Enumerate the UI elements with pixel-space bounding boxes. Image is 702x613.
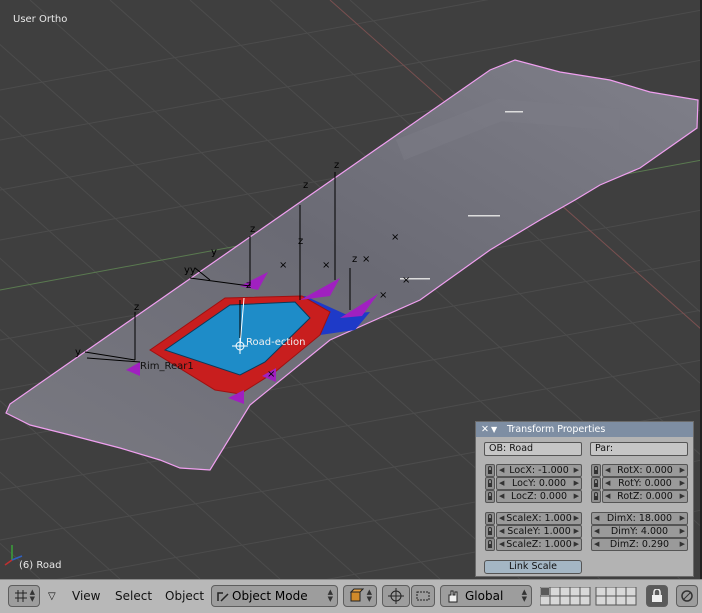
svg-text:y: y bbox=[75, 347, 81, 358]
dim-y-value: DimY: 4.000 bbox=[610, 526, 669, 537]
dim-y-field[interactable]: ◀ DimY: 4.000 ▶ bbox=[591, 525, 688, 538]
pivot-button[interactable] bbox=[382, 585, 410, 607]
scale-z-field[interactable]: ◀ ScaleZ: 1.000 ▶ bbox=[496, 538, 582, 551]
loc-x-value: LocX: -1.000 bbox=[509, 465, 569, 476]
rot-x-field[interactable]: ◀ RotX: 0.000 ▶ bbox=[602, 464, 688, 477]
rot-x-value: RotX: 0.000 bbox=[617, 465, 673, 476]
svg-text:×: × bbox=[362, 254, 370, 265]
dim-z-field[interactable]: ◀ DimZ: 0.290 ▶ bbox=[591, 538, 688, 551]
lock-icon bbox=[652, 589, 662, 602]
editor-type-icon bbox=[15, 590, 27, 602]
menu-view[interactable]: View bbox=[72, 586, 100, 607]
loc-z-field[interactable]: ◀ LocZ: 0.000 ▶ bbox=[496, 490, 582, 503]
draw-type-dropdown[interactable]: ▲ ▼ bbox=[343, 585, 377, 607]
object-status-label: (6) Road bbox=[19, 560, 62, 571]
manipulator-button[interactable] bbox=[411, 585, 435, 607]
loc-y-field[interactable]: ◀ LocY: 0.000 ▶ bbox=[496, 477, 582, 490]
svg-text:y: y bbox=[211, 247, 217, 258]
cube-icon bbox=[349, 588, 364, 602]
rot-y-field[interactable]: ◀ RotY: 0.000 ▶ bbox=[602, 477, 688, 490]
lock-layers-button[interactable] bbox=[646, 585, 668, 607]
loc-y-value: LocY: 0.000 bbox=[511, 478, 567, 489]
rot-y-value: RotY: 0.000 bbox=[618, 478, 672, 489]
dim-x-value: DimX: 18.000 bbox=[606, 513, 673, 524]
svg-text:z: z bbox=[352, 254, 357, 265]
link-scale-button[interactable]: Link Scale bbox=[484, 560, 582, 574]
scale-y-field[interactable]: ◀ ScaleY: 1.000 ▶ bbox=[496, 525, 582, 538]
render-button[interactable] bbox=[676, 585, 698, 607]
lock-icon[interactable] bbox=[591, 490, 601, 503]
scale-x-value: ScaleX: 1.000 bbox=[506, 513, 572, 524]
panel-title: Transform Properties bbox=[507, 424, 606, 435]
object-mode-icon bbox=[217, 592, 229, 602]
close-icon[interactable]: ✕ bbox=[481, 422, 491, 437]
parent-field[interactable]: Par: bbox=[590, 442, 688, 456]
dim-x-field[interactable]: ◀ DimX: 18.000 ▶ bbox=[591, 512, 688, 525]
scale-x-field[interactable]: ◀ ScaleX: 1.000 ▶ bbox=[496, 512, 582, 525]
svg-text:×: × bbox=[279, 260, 287, 271]
lock-icon[interactable] bbox=[485, 490, 495, 503]
object-name-field[interactable]: OB: Road bbox=[484, 442, 582, 456]
road-section-label: Road-ection bbox=[246, 337, 306, 348]
svg-text:z: z bbox=[334, 160, 339, 171]
render-icon bbox=[681, 590, 693, 602]
svg-text:z: z bbox=[134, 302, 139, 313]
menu-object[interactable]: Object bbox=[165, 586, 204, 607]
view3d-header: ▲ ▼ ▽ View Select Object Object Mode ▲ ▼ ▲… bbox=[0, 579, 702, 613]
loc-z-value: LocZ: 0.000 bbox=[510, 491, 568, 502]
lock-icon[interactable] bbox=[591, 477, 601, 490]
svg-text:×: × bbox=[379, 290, 387, 301]
rot-z-field[interactable]: ◀ RotZ: 0.000 ▶ bbox=[602, 490, 688, 503]
collapse-triangle-icon[interactable]: ▽ bbox=[48, 586, 56, 607]
orientation-dropdown[interactable]: Global ▲ ▼ bbox=[440, 585, 532, 607]
lock-icon[interactable] bbox=[485, 538, 495, 551]
lock-icon[interactable] bbox=[485, 464, 495, 477]
dim-z-value: DimZ: 0.290 bbox=[609, 539, 670, 550]
svg-text:z: z bbox=[303, 180, 308, 191]
menu-select[interactable]: Select bbox=[115, 586, 152, 607]
scale-z-value: ScaleZ: 1.000 bbox=[506, 539, 572, 550]
rot-z-value: RotZ: 0.000 bbox=[617, 491, 673, 502]
view-name-label: User Ortho bbox=[13, 14, 68, 25]
svg-text:yy: yy bbox=[184, 265, 196, 276]
manipulator-icon bbox=[416, 591, 430, 601]
scale-y-value: ScaleY: 1.000 bbox=[507, 526, 571, 537]
rim-rear-label: Rim_Rear1 bbox=[140, 361, 194, 372]
triangle-icon[interactable]: ▼ bbox=[491, 422, 501, 437]
svg-text:z: z bbox=[298, 236, 303, 247]
lock-icon[interactable] bbox=[591, 464, 601, 477]
loc-x-field[interactable]: ◀ LocX: -1.000 ▶ bbox=[496, 464, 582, 477]
lock-icon[interactable] bbox=[485, 525, 495, 538]
svg-text:z: z bbox=[246, 280, 251, 291]
pivot-icon bbox=[388, 588, 404, 604]
blender-window: z z z z z z z y yy y × × × × × × × User … bbox=[0, 0, 702, 613]
hand-icon bbox=[448, 590, 458, 603]
mode-dropdown[interactable]: Object Mode ▲ ▼ bbox=[211, 585, 338, 607]
layer-buttons[interactable] bbox=[540, 587, 640, 607]
editor-type-button[interactable]: ▲ ▼ bbox=[8, 585, 40, 607]
svg-text:×: × bbox=[267, 369, 275, 380]
mode-label: Object Mode bbox=[232, 589, 308, 603]
orientation-label: Global bbox=[465, 589, 504, 603]
svg-text:×: × bbox=[391, 232, 399, 243]
svg-text:z: z bbox=[250, 224, 255, 235]
panel-header[interactable]: ✕ ▼ Transform Properties bbox=[476, 422, 693, 437]
svg-text:×: × bbox=[402, 275, 410, 286]
lock-icon[interactable] bbox=[485, 512, 495, 525]
svg-text:×: × bbox=[322, 260, 330, 271]
lock-icon[interactable] bbox=[485, 477, 495, 490]
